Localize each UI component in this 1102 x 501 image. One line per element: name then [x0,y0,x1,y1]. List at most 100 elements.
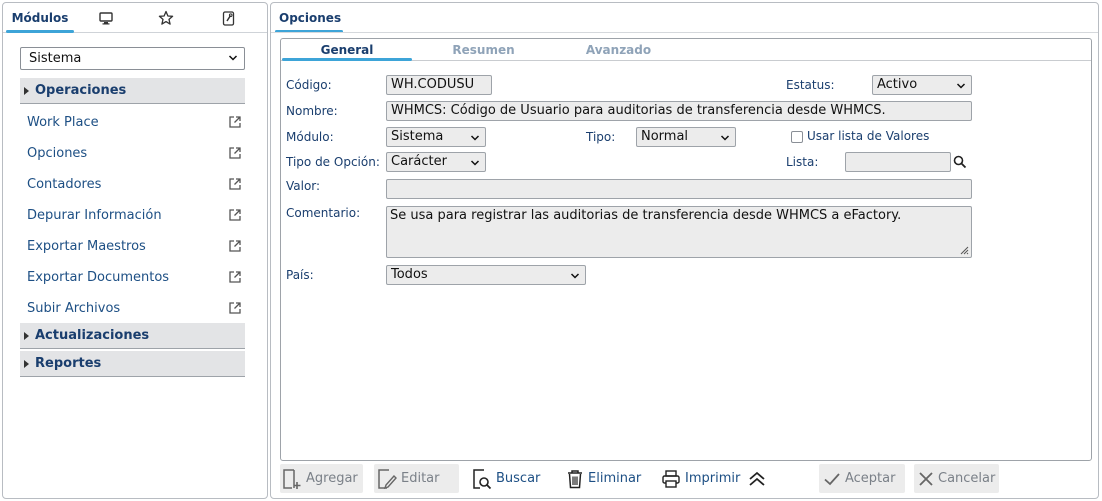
comentario-value: Se usa para registrar las auditorias de … [390,208,902,223]
form-tabbar: General Resumen Avanzado [281,39,1091,61]
add-document-icon [283,468,301,489]
search-icon[interactable] [953,155,967,169]
codigo-label: Código: [286,78,332,92]
estatus-select[interactable]: Activo [872,75,972,95]
modules-panel: Módulos Sistema Operaciones Work Place O… [2,2,268,499]
agregar-button[interactable]: Agregar [280,464,363,493]
tab-avanzado-label: Avanzado [585,43,652,57]
caret-right-icon [24,86,29,95]
codigo-field[interactable]: WH.CODUSU [386,75,492,95]
system-select[interactable]: Sistema [20,47,245,70]
options-form: General Resumen Avanzado Código: WH.CODU… [280,38,1092,461]
wrench-icon [222,10,234,26]
tipo-select[interactable]: Normal [636,127,736,147]
nombre-value: WHMCS: Código de Usuario para auditorias… [391,103,886,118]
imprimir-button[interactable]: Imprimir [661,464,741,493]
printer-icon [662,469,680,488]
buscar-button[interactable]: Buscar [470,464,550,493]
usar-lista-label: Usar lista de Valores [807,129,930,143]
search-document-icon [473,468,492,489]
lista-label: Lista: [786,155,819,169]
nombre-label: Nombre: [286,104,338,118]
chevron-down-icon [470,135,480,141]
nav-item-label: Exportar Documentos [27,269,170,285]
tab-resumen[interactable]: Resumen [421,39,546,61]
modulo-select[interactable]: Sistema [386,127,486,147]
external-link-icon[interactable] [228,177,242,191]
tab-modulos[interactable]: Módulos [6,3,74,33]
section-actualizaciones[interactable]: Actualizaciones [20,323,245,349]
external-link-icon[interactable] [228,270,242,284]
external-link-icon[interactable] [228,301,242,315]
section-reportes-label: Reportes [35,356,102,371]
eliminar-button[interactable]: Eliminar [566,464,646,493]
section-operaciones-label: Operaciones [35,83,127,98]
comentario-textarea[interactable]: Se usa para registrar las auditorias de … [386,206,972,258]
modules-tabbar: Módulos [3,3,267,33]
imprimir-label: Imprimir [685,471,741,486]
nav-item-label: Exportar Maestros [27,238,146,254]
section-reportes[interactable]: Reportes [20,351,245,377]
divider [271,32,1098,33]
nav-item-label: Subir Archivos [27,300,121,316]
external-link-icon[interactable] [228,239,242,253]
tab-general[interactable]: General [282,39,412,61]
pais-label: País: [286,268,314,282]
trash-icon [568,469,582,488]
valor-field[interactable] [386,179,972,199]
chevron-down-icon [720,135,730,141]
chevron-down-icon [228,55,238,61]
resize-grip-icon[interactable] [959,245,969,255]
tab-tools[interactable] [211,3,245,33]
chevron-down-icon [956,83,966,89]
tab-avanzado[interactable]: Avanzado [556,39,681,61]
cancelar-button[interactable]: Cancelar [914,464,999,493]
tab-general-label: General [320,43,374,57]
nav-item-contadores[interactable]: Contadores [27,173,242,195]
estatus-label: Estatus: [786,78,835,92]
monitor-icon [99,11,113,24]
collapse-toolbar-button[interactable] [747,464,771,493]
modulo-label: Módulo: [286,130,334,144]
chevron-down-icon [570,273,580,279]
double-chevron-up-icon [749,471,765,486]
tipo-opcion-select[interactable]: Carácter [386,152,486,172]
lista-field[interactable] [845,152,951,172]
nav-item-subir-archivos[interactable]: Subir Archivos [27,297,242,319]
valor-label: Valor: [286,179,321,193]
tipo-label: Tipo: [586,130,616,144]
tipo-value: Normal [641,129,689,144]
pais-select[interactable]: Todos [386,265,586,285]
estatus-value: Activo [877,77,918,92]
page-title: Opciones [279,11,342,25]
nav-item-work-place[interactable]: Work Place [27,111,242,133]
nombre-field[interactable]: WHMCS: Código de Usuario para auditorias… [386,101,972,121]
tab-monitor[interactable] [89,3,123,33]
nav-item-label: Depurar Información [27,207,162,223]
external-link-icon[interactable] [228,146,242,160]
nav-item-exportar-documentos[interactable]: Exportar Documentos [27,266,242,288]
editar-button[interactable]: Editar [374,464,459,493]
nav-item-exportar-maestros[interactable]: Exportar Maestros [27,235,242,257]
agregar-label: Agregar [306,471,358,486]
cancelar-label: Cancelar [938,471,996,486]
section-actualizaciones-label: Actualizaciones [35,328,150,343]
chevron-down-icon [470,160,480,166]
usar-lista-checkbox[interactable] [791,131,803,143]
external-link-icon[interactable] [228,208,242,222]
comentario-label: Comentario: [286,206,361,220]
edit-document-icon [378,468,397,489]
star-icon [158,10,174,25]
tab-favorites[interactable] [149,3,183,33]
section-operaciones[interactable]: Operaciones [20,78,245,104]
nav-item-label: Opciones [27,145,88,161]
nav-item-depurar-informacion[interactable]: Depurar Información [27,204,242,226]
options-panel: Opciones General Resumen Avanzado Código… [270,2,1099,499]
options-title-tab[interactable]: Opciones [275,3,343,33]
external-link-icon[interactable] [228,115,242,129]
nav-item-opciones[interactable]: Opciones [27,142,242,164]
tipo-opcion-label: Tipo de Opción: [286,155,380,169]
nav-item-label: Work Place [27,114,99,130]
aceptar-button[interactable]: Aceptar [819,464,905,493]
tab-resumen-label: Resumen [452,43,515,57]
